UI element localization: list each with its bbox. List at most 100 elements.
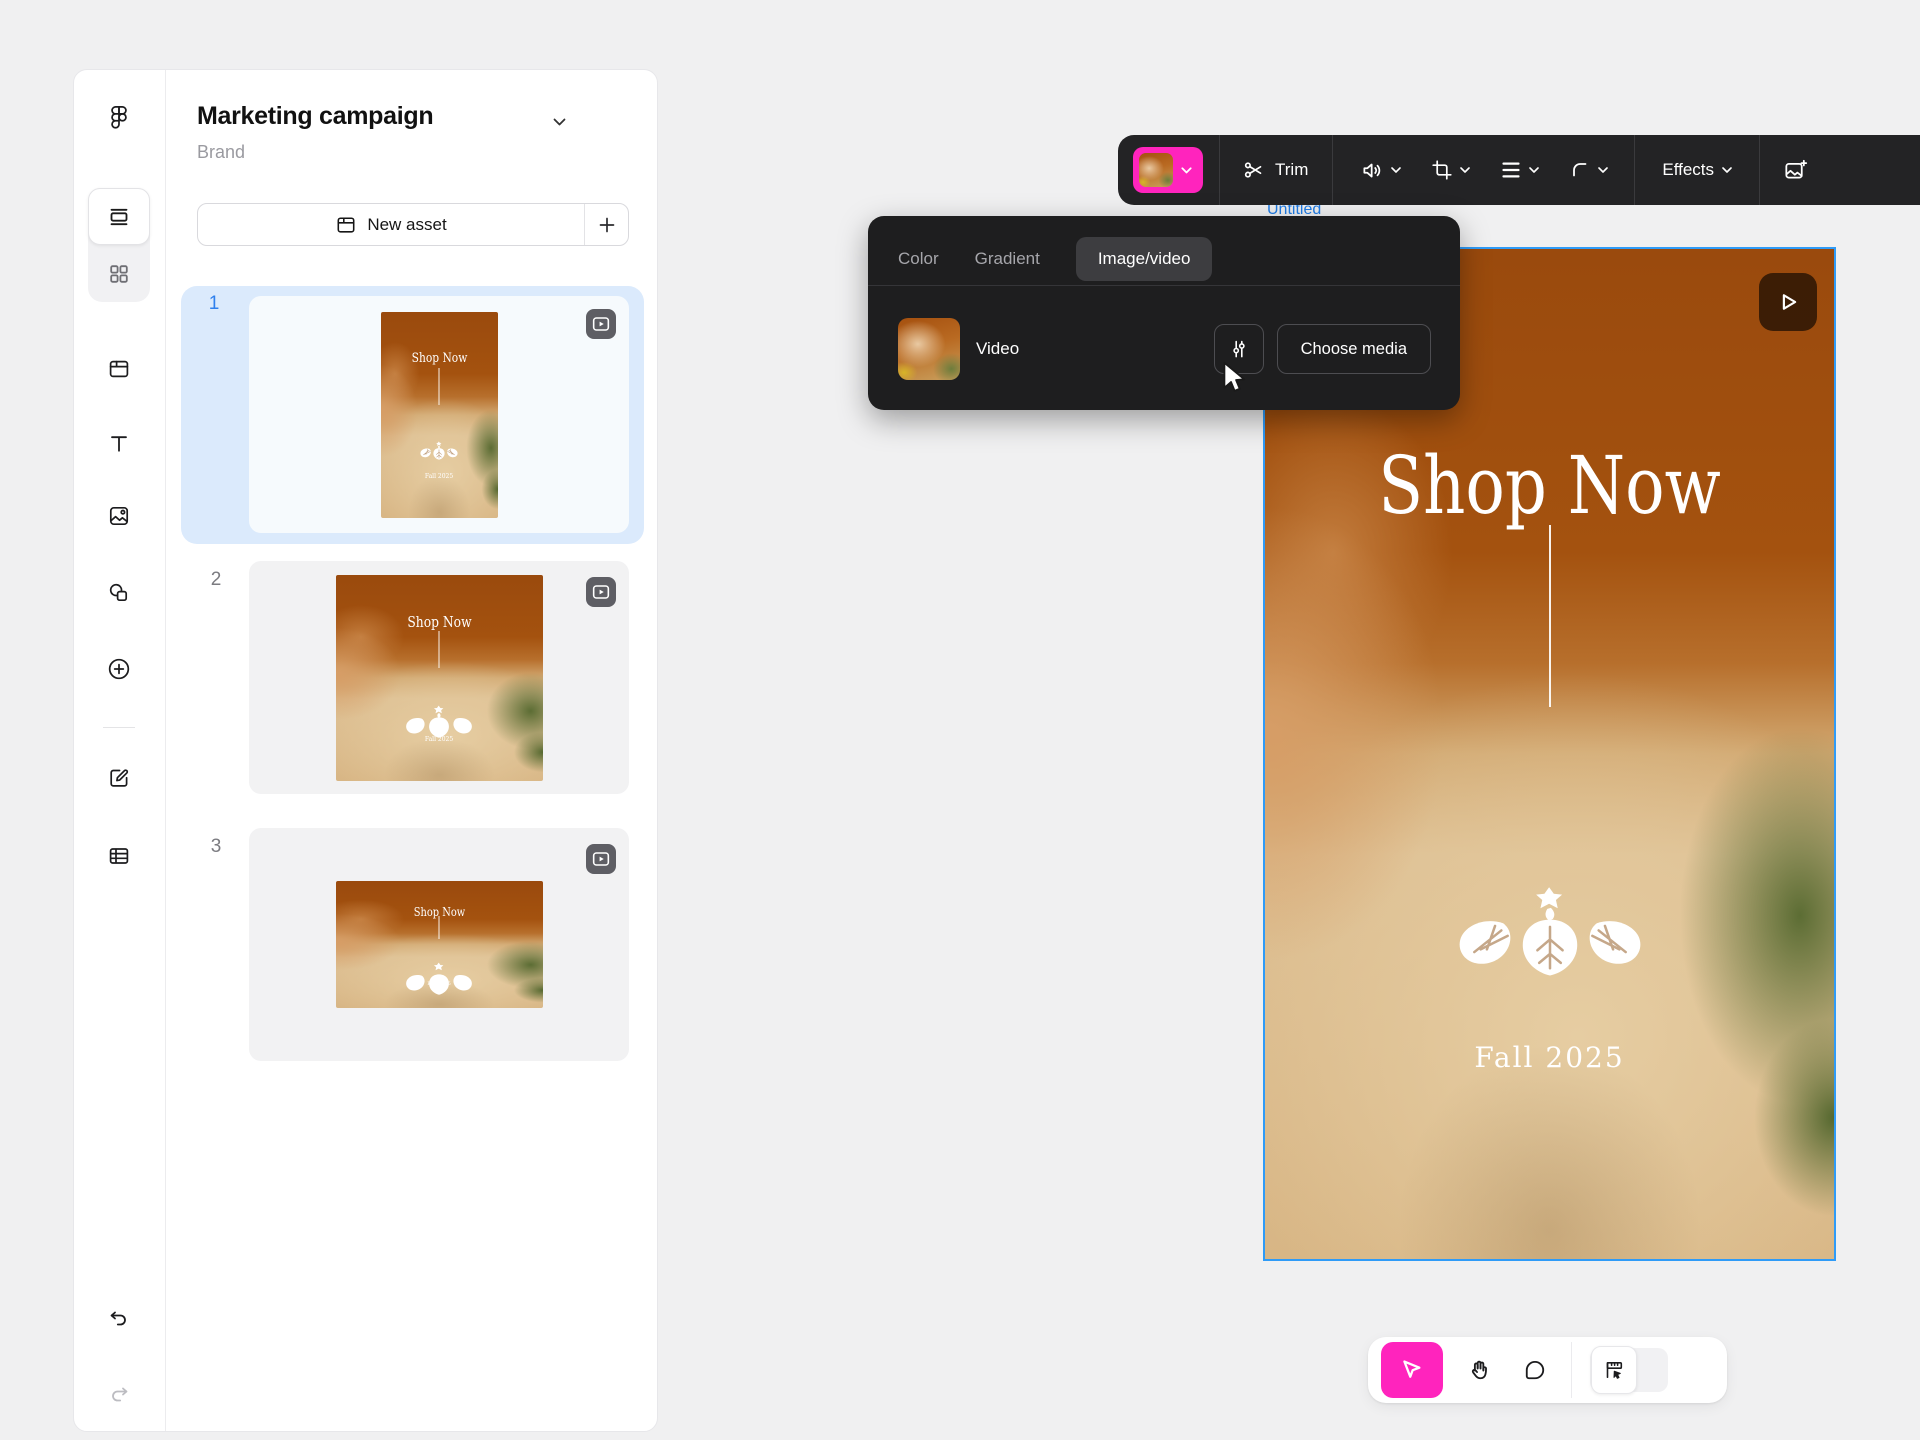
poster-season-label: Fall 2025 bbox=[1265, 1041, 1834, 1074]
corner-radius-button[interactable] bbox=[1568, 158, 1592, 182]
chevron-down-icon[interactable] bbox=[1460, 167, 1470, 173]
poster-season-label: Fall 2025 bbox=[381, 473, 498, 480]
redo-button[interactable] bbox=[99, 1375, 139, 1415]
new-asset-icon bbox=[335, 214, 357, 236]
measure-tool-button[interactable] bbox=[1591, 1346, 1637, 1394]
table-icon bbox=[107, 844, 131, 868]
project-menu-button[interactable] bbox=[547, 110, 571, 134]
shapes-tool-button[interactable] bbox=[99, 573, 139, 613]
asset-thumbnail: Shop Now Fall 2025 bbox=[336, 881, 543, 1008]
effects-button[interactable]: Effects bbox=[1662, 160, 1714, 180]
image-tool-button[interactable] bbox=[99, 496, 139, 536]
cursor-tool-icon bbox=[1399, 1357, 1425, 1383]
poster-divider-line bbox=[439, 631, 440, 668]
media-row: Video Choose media bbox=[898, 318, 1431, 380]
figma-logo-button[interactable] bbox=[99, 97, 139, 137]
mouse-cursor bbox=[1222, 361, 1250, 397]
asset-item-2[interactable]: 2 Shop Now bbox=[249, 561, 629, 794]
measure-tool-group[interactable] bbox=[1590, 1348, 1668, 1392]
template-tool-button[interactable] bbox=[99, 349, 139, 389]
media-type-label: Video bbox=[976, 339, 1214, 359]
chevron-down-icon bbox=[553, 118, 566, 126]
poster-headline: Shop Now bbox=[1316, 446, 1783, 526]
poster-headline: Shop Now bbox=[354, 615, 524, 630]
poster-artwork: Shop Now Fal bbox=[336, 575, 543, 781]
toolbar-divider bbox=[1219, 135, 1220, 205]
poster-headline: Shop Now bbox=[391, 352, 487, 365]
chevron-down-icon bbox=[1181, 167, 1192, 174]
asset-item-1[interactable]: 1 Shop Now bbox=[181, 286, 644, 544]
chevron-down-icon[interactable] bbox=[1529, 167, 1539, 173]
asset-card[interactable]: Shop Now Fal bbox=[249, 561, 629, 794]
play-preview-button[interactable] bbox=[1759, 273, 1817, 331]
asset-number: 2 bbox=[203, 569, 229, 591]
comment-bubble-icon bbox=[1522, 1357, 1548, 1383]
grid-view-button[interactable] bbox=[88, 245, 150, 302]
tool-rail bbox=[74, 70, 166, 1431]
video-badge-icon bbox=[586, 577, 616, 607]
undo-icon bbox=[107, 1307, 131, 1331]
redo-icon bbox=[107, 1383, 131, 1407]
new-asset-label: New asset bbox=[367, 215, 446, 235]
edit-tool-button[interactable] bbox=[99, 758, 139, 798]
poster-artwork: Shop Now Fall 2025 bbox=[336, 881, 543, 1008]
asset-thumbnail: Shop Now Fal bbox=[336, 575, 543, 781]
asset-item-3[interactable]: 3 Shop Now bbox=[249, 828, 629, 1061]
replace-image-button[interactable] bbox=[1783, 158, 1808, 183]
poster-divider-line bbox=[439, 368, 440, 405]
new-asset-button[interactable]: New asset bbox=[198, 204, 584, 245]
scissors-icon bbox=[1242, 158, 1266, 182]
add-tool-button[interactable] bbox=[99, 649, 139, 689]
new-asset-plus-button[interactable] bbox=[585, 204, 628, 245]
asset-thumbnail: Shop Now bbox=[381, 312, 498, 518]
crop-button[interactable] bbox=[1430, 158, 1454, 182]
poster-artwork: Shop Now bbox=[381, 312, 498, 518]
chevron-down-icon[interactable] bbox=[1722, 167, 1732, 173]
view-switcher bbox=[88, 188, 150, 302]
chevron-down-icon[interactable] bbox=[1598, 167, 1608, 173]
chevron-down-icon[interactable] bbox=[1391, 167, 1401, 173]
image-icon bbox=[107, 504, 131, 528]
video-badge-icon bbox=[586, 844, 616, 874]
tab-gradient[interactable]: Gradient bbox=[975, 249, 1040, 269]
video-thumbnail[interactable] bbox=[898, 318, 960, 380]
asset-card[interactable]: Shop Now bbox=[249, 296, 629, 533]
toolbar-divider bbox=[1332, 135, 1333, 205]
choose-media-button[interactable]: Choose media bbox=[1277, 324, 1431, 374]
media-fill-thumbnail bbox=[1139, 153, 1173, 187]
asset-number: 1 bbox=[201, 293, 227, 315]
canvas-tool-dock bbox=[1368, 1337, 1727, 1403]
project-title: Marketing campaign bbox=[197, 102, 433, 131]
spacing-button[interactable] bbox=[1499, 158, 1523, 182]
ruler-cursor-icon bbox=[1602, 1358, 1626, 1382]
selection-toolbar: Trim bbox=[1118, 135, 1920, 205]
trim-button[interactable]: Trim bbox=[1275, 160, 1308, 180]
asset-card[interactable]: Shop Now Fall 2025 bbox=[249, 828, 629, 1061]
asset-list-panel: Marketing campaign Brand New asset bbox=[165, 70, 657, 1431]
assets-view-button[interactable] bbox=[88, 188, 150, 245]
media-fill-button[interactable] bbox=[1133, 147, 1203, 193]
figma-logo-icon bbox=[106, 104, 132, 130]
choose-media-label: Choose media bbox=[1301, 340, 1407, 359]
select-tool-button[interactable] bbox=[1381, 1342, 1443, 1398]
plus-circle-icon bbox=[106, 656, 132, 682]
text-tool-button[interactable] bbox=[99, 424, 139, 464]
grid-view-icon bbox=[107, 262, 131, 286]
comment-tool-button[interactable] bbox=[1507, 1342, 1563, 1398]
tab-image-video[interactable]: Image/video bbox=[1076, 237, 1213, 281]
hand-icon bbox=[1466, 1357, 1492, 1383]
poster-divider-line bbox=[1549, 525, 1551, 707]
audio-button[interactable] bbox=[1360, 158, 1385, 183]
asset-number: 3 bbox=[203, 836, 229, 858]
tab-color[interactable]: Color bbox=[898, 249, 939, 269]
left-panel: Marketing campaign Brand New asset bbox=[73, 69, 658, 1432]
sliders-icon bbox=[1227, 337, 1251, 361]
plus-icon bbox=[597, 215, 617, 235]
table-tool-button[interactable] bbox=[99, 836, 139, 876]
poster-divider-line bbox=[439, 916, 440, 939]
play-icon bbox=[1775, 289, 1801, 315]
undo-button[interactable] bbox=[99, 1299, 139, 1339]
slides-view-icon bbox=[107, 205, 131, 229]
hand-tool-button[interactable] bbox=[1451, 1342, 1507, 1398]
toolbar-divider bbox=[1759, 135, 1760, 205]
